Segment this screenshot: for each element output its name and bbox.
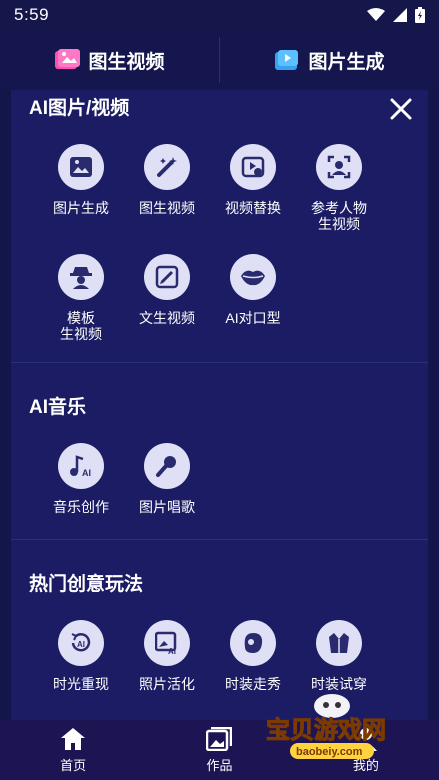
image-gen-icon [275, 50, 299, 70]
watermark-title: 宝贝游戏网 [266, 716, 386, 744]
gallery-icon [206, 726, 233, 751]
tool-fashion-try-on[interactable]: 时装试穿 [287, 620, 391, 692]
spy-hat-icon [70, 267, 92, 289]
tool-label: 模板 生视频 [60, 310, 102, 342]
microphone-icon [156, 456, 176, 477]
lips-icon [241, 270, 265, 286]
nav-works-label: 作品 [206, 757, 233, 773]
section-ai-image-video: AI图片/视频 图片生成 图生视频 视频替换 参考人物 生视频 模板 生视频 文… [11, 90, 428, 342]
tab-image-generate[interactable]: 图片生成 [220, 30, 439, 90]
time-reverse-icon: AI [71, 633, 91, 652]
edit-text-icon [155, 265, 179, 289]
tool-reference-person-video[interactable]: 参考人物 生视频 [287, 144, 391, 232]
tab-image-to-video-label: 图生视频 [88, 51, 165, 73]
tool-label: 时光重现 [53, 676, 109, 692]
section-title-ai-image-video: AI图片/视频 [29, 98, 130, 119]
section-ai-music: AI音乐 AI 音乐创作 图片唱歌 [11, 363, 428, 515]
tool-grid-hot-creative: AI 时光重现 AI 照片活化 时装走秀 时装试穿 [29, 620, 410, 692]
tool-grid-ai-image-video: 图片生成 图生视频 视频替换 参考人物 生视频 模板 生视频 文生视频 AI对口… [29, 144, 410, 342]
svg-text:AI: AI [168, 647, 176, 655]
photo-ai-icon: AI [155, 631, 177, 655]
wifi-icon [367, 8, 385, 21]
home-icon [61, 727, 86, 750]
video-swap-icon [241, 156, 265, 178]
svg-text:AI: AI [77, 640, 85, 649]
picture-icon [70, 157, 92, 177]
image-video-icon [55, 49, 81, 69]
tool-label: 图生视频 [139, 200, 195, 216]
fashion-face-icon [244, 633, 263, 653]
nav-home[interactable]: 首页 [0, 720, 146, 780]
tool-ai-lip-sync[interactable]: AI对口型 [201, 254, 305, 342]
status-bar: 5:59 [0, 0, 439, 30]
status-time: 5:59 [14, 5, 50, 24]
signal-icon [393, 8, 407, 22]
section-hot-creative: 热门创意玩法 AI 时光重现 AI 照片活化 时装走秀 时装试穿 [11, 540, 428, 692]
section-title-ai-music: AI音乐 [29, 397, 87, 418]
tool-label: 图片唱歌 [139, 499, 195, 515]
tool-label: 照片活化 [139, 676, 195, 692]
music-ai-icon: AI [70, 455, 91, 478]
tool-image-sing[interactable]: 图片唱歌 [115, 443, 219, 515]
watermark-url: baobeiy.com [296, 746, 363, 758]
tool-label: 图片生成 [53, 200, 109, 216]
tool-label: AI对口型 [225, 310, 281, 326]
tool-label: 文生视频 [139, 310, 195, 326]
section-title-hot-creative: 热门创意玩法 [29, 574, 144, 595]
portrait-scan-icon [327, 155, 351, 179]
battery-icon [415, 7, 425, 23]
top-tabs: 图生视频 图片生成 [0, 30, 439, 90]
watermark-logo: 宝贝游戏网 baobeiy.com [266, 694, 387, 759]
tool-grid-ai-music: AI 音乐创作 图片唱歌 [29, 443, 410, 515]
tools-panel: AI图片/视频 图片生成 图生视频 视频替换 参考人物 生视频 模板 生视频 文… [11, 90, 428, 720]
watermark: 宝贝游戏网 baobeiy.com [262, 688, 412, 768]
suit-icon [329, 633, 349, 653]
tool-label: 视频替换 [225, 200, 281, 216]
magic-wand-icon [157, 157, 177, 177]
tab-image-to-video[interactable]: 图生视频 [0, 30, 219, 90]
close-icon[interactable] [388, 96, 414, 122]
tool-label: 音乐创作 [53, 499, 109, 515]
tool-label: 参考人物 生视频 [311, 200, 367, 232]
nav-home-label: 首页 [60, 757, 87, 773]
svg-text:AI: AI [82, 468, 91, 478]
status-icons [367, 7, 425, 23]
tab-image-generate-label: 图片生成 [308, 51, 385, 73]
